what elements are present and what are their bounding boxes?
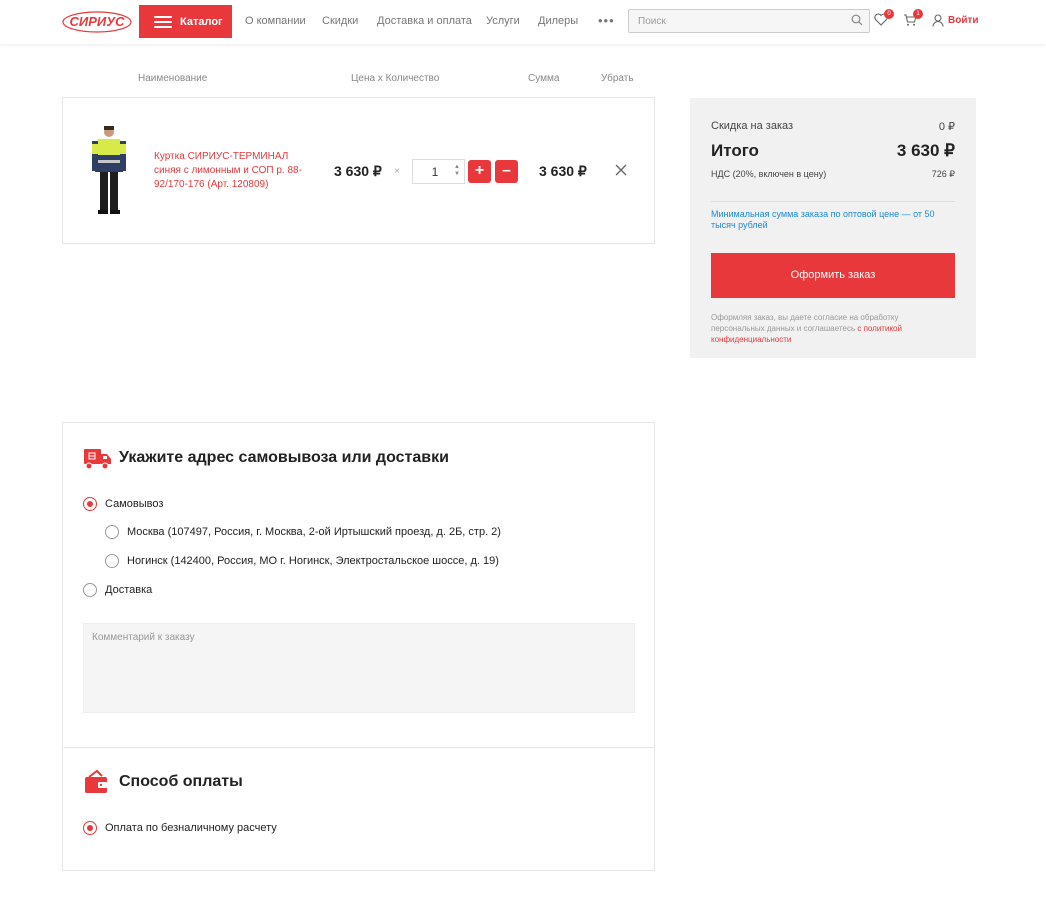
payment-radio[interactable] [83, 821, 97, 835]
discount-row: Скидка на заказ 0 ₽ [711, 120, 955, 133]
login-button[interactable]: Войти [932, 14, 979, 27]
pickup-noginsk-radio[interactable] [105, 554, 119, 568]
quantity-stepper: ▲▼ [412, 159, 465, 184]
section-divider [63, 747, 654, 748]
search-icon[interactable] [851, 14, 863, 26]
pickup-radio[interactable] [83, 497, 97, 511]
nav-about[interactable]: О компании [245, 15, 306, 27]
product-price: 3 630 ₽ [334, 163, 382, 179]
pickup-moscow-radio[interactable] [105, 525, 119, 539]
catalog-label: Каталог [180, 15, 223, 28]
menu-icon [154, 15, 172, 28]
product-image[interactable] [89, 124, 129, 216]
total-row: Итого 3 630 ₽ [711, 141, 955, 161]
cart-item-row: Куртка СИРИУС-ТЕРМИНАЛ синяя с лимонным … [62, 97, 655, 244]
pickup-moscow-option[interactable]: Москва (107497, Россия, г. Москва, 2-ой … [105, 525, 501, 539]
nav-dealers[interactable]: Дилеры [538, 15, 578, 27]
column-header-remove: Убрать [601, 73, 634, 84]
increase-quantity-button[interactable]: + [468, 160, 491, 183]
item-sum: 3 630 ₽ [539, 163, 587, 179]
discount-value: 0 ₽ [938, 121, 955, 133]
user-icon [932, 14, 944, 27]
times-sign: × [394, 166, 400, 177]
cart-badge: 1 [913, 9, 923, 19]
discount-label: Скидка на заказ [711, 120, 794, 132]
delivery-section-title: Укажите адрес самовывоза или доставки [119, 449, 449, 466]
vat-label: НДС (20%, включен в цену) [711, 169, 827, 179]
pickup-option[interactable]: Самовывоз [83, 497, 163, 511]
favorites-badge: 0 [884, 9, 894, 19]
delivery-option[interactable]: Доставка [83, 583, 152, 597]
vat-row: НДС (20%, включен в цену) 726 ₽ [711, 169, 955, 180]
logo-text: СИРИУС [70, 14, 126, 29]
cart-button[interactable]: 1 [903, 9, 923, 30]
spin-arrows-icon[interactable]: ▲ ▼ [454, 164, 460, 178]
catalog-button[interactable]: Каталог [139, 5, 232, 38]
close-icon[interactable] [614, 163, 628, 177]
payment-option[interactable]: Оплата по безналичному расчету [83, 821, 277, 835]
search-input[interactable] [629, 10, 839, 32]
decrease-quantity-button[interactable]: – [495, 160, 518, 183]
column-header-name: Наименование [138, 73, 208, 84]
product-name-link[interactable]: Куртка СИРИУС-ТЕРМИНАЛ синяя с лимонным … [154, 150, 314, 192]
nav-discounts[interactable]: Скидки [322, 15, 358, 27]
nav-more-icon[interactable]: ••• [598, 13, 615, 28]
quantity-input[interactable] [413, 160, 451, 183]
consent-note: Оформляя заказ, вы даете согласие на обр… [711, 312, 931, 345]
payment-section-title: Способ оплаты [119, 773, 243, 790]
summary-divider [711, 201, 955, 202]
pickup-noginsk-option[interactable]: Ногинск (142400, Россия, МО г. Ногинск, … [105, 554, 499, 568]
search-box [628, 9, 870, 33]
login-label: Войти [948, 15, 979, 26]
pickup-moscow-label: Москва (107497, Россия, г. Москва, 2-ой … [127, 526, 501, 538]
place-order-button[interactable]: Оформить заказ [711, 253, 955, 298]
favorites-button[interactable]: 0 [874, 9, 894, 29]
delivery-label: Доставка [105, 584, 153, 596]
delivery-truck-icon [84, 449, 111, 470]
delivery-payment-panel: Укажите адрес самовывоза или доставки Са… [62, 422, 655, 871]
total-label: Итого [711, 141, 759, 160]
pickup-noginsk-label: Ногинск (142400, Россия, МО г. Ногинск, … [127, 555, 499, 567]
nav-delivery-payment[interactable]: Доставка и оплата [377, 15, 472, 27]
delivery-radio[interactable] [83, 583, 97, 597]
nav-services[interactable]: Услуги [486, 15, 520, 27]
wallet-icon [85, 769, 107, 793]
column-header-sum: Сумма [528, 73, 560, 84]
sirius-logo[interactable]: СИРИУС [61, 10, 133, 34]
total-value: 3 630 ₽ [896, 141, 955, 160]
order-comment-field[interactable] [83, 623, 635, 713]
column-header-price-qty: Цена х Количество [351, 73, 440, 84]
min-order-notice: Минимальная сумма заказа по оптовой цене… [711, 209, 935, 230]
payment-label: Оплата по безналичному расчету [105, 822, 277, 834]
order-summary: Скидка на заказ 0 ₽ Итого 3 630 ₽ НДС (2… [690, 98, 976, 358]
pickup-label: Самовывоз [105, 498, 164, 510]
vat-value: 726 ₽ [931, 169, 955, 179]
site-header: СИРИУС Каталог О компании Скидки Доставк… [0, 0, 1046, 44]
